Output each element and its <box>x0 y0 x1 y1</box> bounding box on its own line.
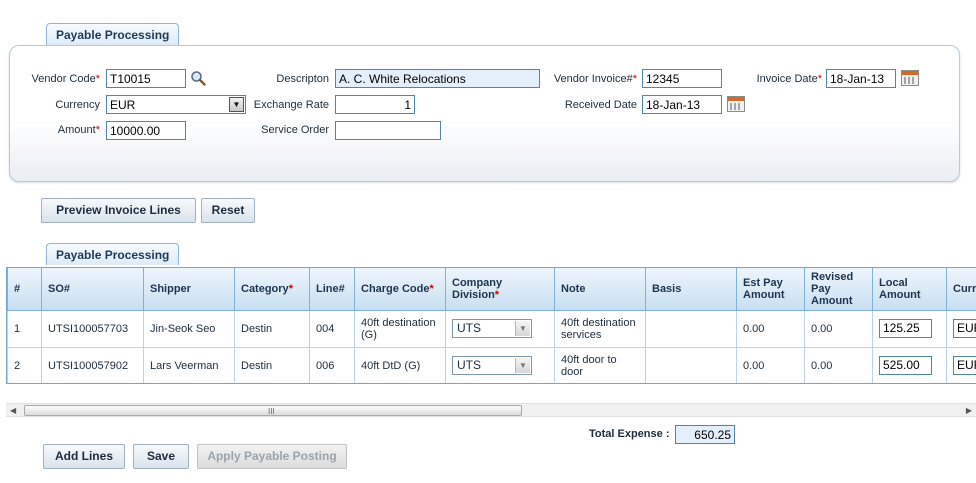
chevron-down-icon[interactable]: ▼ <box>515 321 530 336</box>
magnifier-icon[interactable] <box>190 70 206 86</box>
reset-button[interactable]: Reset <box>201 198 255 223</box>
payable-lines-tab[interactable]: Payable Processing <box>46 243 180 265</box>
row-shipper: Lars Veerman <box>143 346 235 383</box>
invoice-date-input[interactable]: 18-Jan-13 <box>826 69 896 88</box>
col-header-shipper[interactable]: Shipper <box>143 268 235 311</box>
table-row[interactable]: 2 UTSI100057902 Lars Veerman Destin 006 … <box>7 346 976 383</box>
col-header-num[interactable]: # <box>7 268 42 311</box>
currency-input[interactable]: EUR <box>953 319 976 338</box>
chevron-down-icon[interactable]: ▼ <box>229 97 244 112</box>
local-amount-input[interactable]: 525.00 <box>879 356 932 375</box>
row-est-pay: 0.00 <box>736 309 805 348</box>
row-line: 006 <box>309 346 355 383</box>
col-header-note[interactable]: Note <box>554 268 646 311</box>
local-amount-input[interactable]: 125.25 <box>879 319 932 338</box>
calendar-icon[interactable] <box>901 70 919 86</box>
row-division-cell: UTS ▼ <box>445 346 555 383</box>
received-date-label: Received Date <box>564 99 637 111</box>
row-charge-code: 40ft DtD (G) <box>354 346 446 383</box>
currency-select[interactable]: EUR ▼ <box>106 95 246 114</box>
total-expense-value: 650.25 <box>675 425 735 444</box>
row-currency-cell: EUR <box>946 309 976 348</box>
vendor-invoice-label: Vendor Invoice#* <box>553 73 637 85</box>
row-currency-cell: EUR <box>946 346 976 383</box>
col-header-line[interactable]: Line# <box>309 268 355 311</box>
currency-label: Currency <box>55 99 100 111</box>
row-est-pay: 0.00 <box>736 346 805 383</box>
row-revised-pay: 0.00 <box>804 309 873 348</box>
preview-invoice-lines-button[interactable]: Preview Invoice Lines <box>41 198 196 223</box>
exchange-rate-label: Exchange Rate <box>253 99 329 111</box>
col-header-local-amount[interactable]: Local Amount <box>872 268 947 311</box>
vendor-code-input[interactable]: T10015 <box>106 69 186 88</box>
col-header-category[interactable]: Category* <box>234 268 310 311</box>
col-header-company-division[interactable]: Company Division* <box>445 268 555 311</box>
vendor-invoice-input[interactable]: 12345 <box>642 69 722 88</box>
currency-input[interactable]: EUR <box>953 356 976 375</box>
row-revised-pay: 0.00 <box>804 346 873 383</box>
row-num: 2 <box>7 346 42 383</box>
col-header-charge-code[interactable]: Charge Code* <box>354 268 446 311</box>
grid-header-row: # SO# Shipper Category* Line# Charge Cod… <box>7 268 976 311</box>
col-header-est-pay[interactable]: Est Pay Amount <box>736 268 805 311</box>
vendor-code-label: Vendor Code* <box>31 73 101 85</box>
add-lines-button[interactable]: Add Lines <box>43 444 125 469</box>
chevron-down-icon[interactable]: ▼ <box>515 358 530 373</box>
invoice-lines-grid: # SO# Shipper Category* Line# Charge Cod… <box>6 267 976 384</box>
description-input[interactable]: A. C. White Relocations <box>335 69 540 88</box>
save-button[interactable]: Save <box>133 444 189 469</box>
row-charge-code: 40ft destination (G) <box>354 309 446 348</box>
description-label: Descripton <box>276 73 329 85</box>
col-header-currency[interactable]: Curre <box>946 268 976 311</box>
exchange-rate-input[interactable]: 1 <box>335 95 415 114</box>
row-note: 40ft destination services <box>554 309 646 348</box>
row-note: 40ft door to door <box>554 346 646 383</box>
amount-label: Amount* <box>57 124 100 136</box>
row-local-amount-cell: 125.25 <box>872 309 947 348</box>
total-expense-label: Total Expense : <box>589 428 670 440</box>
row-basis <box>645 346 737 383</box>
scrollbar-thumb[interactable]: III <box>24 405 522 416</box>
service-order-label: Service Order <box>261 124 329 136</box>
apply-payable-posting-button[interactable]: Apply Payable Posting <box>197 444 347 469</box>
row-basis <box>645 309 737 348</box>
invoice-date-label: Invoice Date* <box>756 73 822 85</box>
received-date-input[interactable]: 18-Jan-13 <box>642 95 722 114</box>
table-row[interactable]: 1 UTSI100057703 Jin-Seok Seo Destin 004 … <box>7 309 976 348</box>
row-shipper: Jin-Seok Seo <box>143 309 235 348</box>
company-division-select[interactable]: UTS ▼ <box>452 356 532 375</box>
col-header-so[interactable]: SO# <box>41 268 144 311</box>
scrollbar-grip: III <box>268 407 275 416</box>
row-category: Destin <box>234 309 310 348</box>
service-order-input[interactable] <box>335 121 441 140</box>
row-line: 004 <box>309 309 355 348</box>
scroll-right-arrow-icon[interactable]: ▶ <box>966 404 972 417</box>
company-division-select[interactable]: UTS ▼ <box>452 319 532 338</box>
row-category: Destin <box>234 346 310 383</box>
col-header-revised-pay[interactable]: Revised Pay Amount <box>804 268 873 311</box>
row-local-amount-cell: 525.00 <box>872 346 947 383</box>
row-so: UTSI100057703 <box>41 309 144 348</box>
calendar-icon[interactable] <box>727 96 745 112</box>
payable-processing-tab[interactable]: Payable Processing <box>46 23 180 45</box>
col-header-basis[interactable]: Basis <box>645 268 737 311</box>
row-so: UTSI100057902 <box>41 346 144 383</box>
row-num: 1 <box>7 309 42 348</box>
grid-horizontal-scrollbar[interactable]: ◀ III ▶ <box>6 403 976 417</box>
amount-input[interactable]: 10000.00 <box>106 121 186 140</box>
scroll-left-arrow-icon[interactable]: ◀ <box>10 404 16 417</box>
row-division-cell: UTS ▼ <box>445 309 555 348</box>
